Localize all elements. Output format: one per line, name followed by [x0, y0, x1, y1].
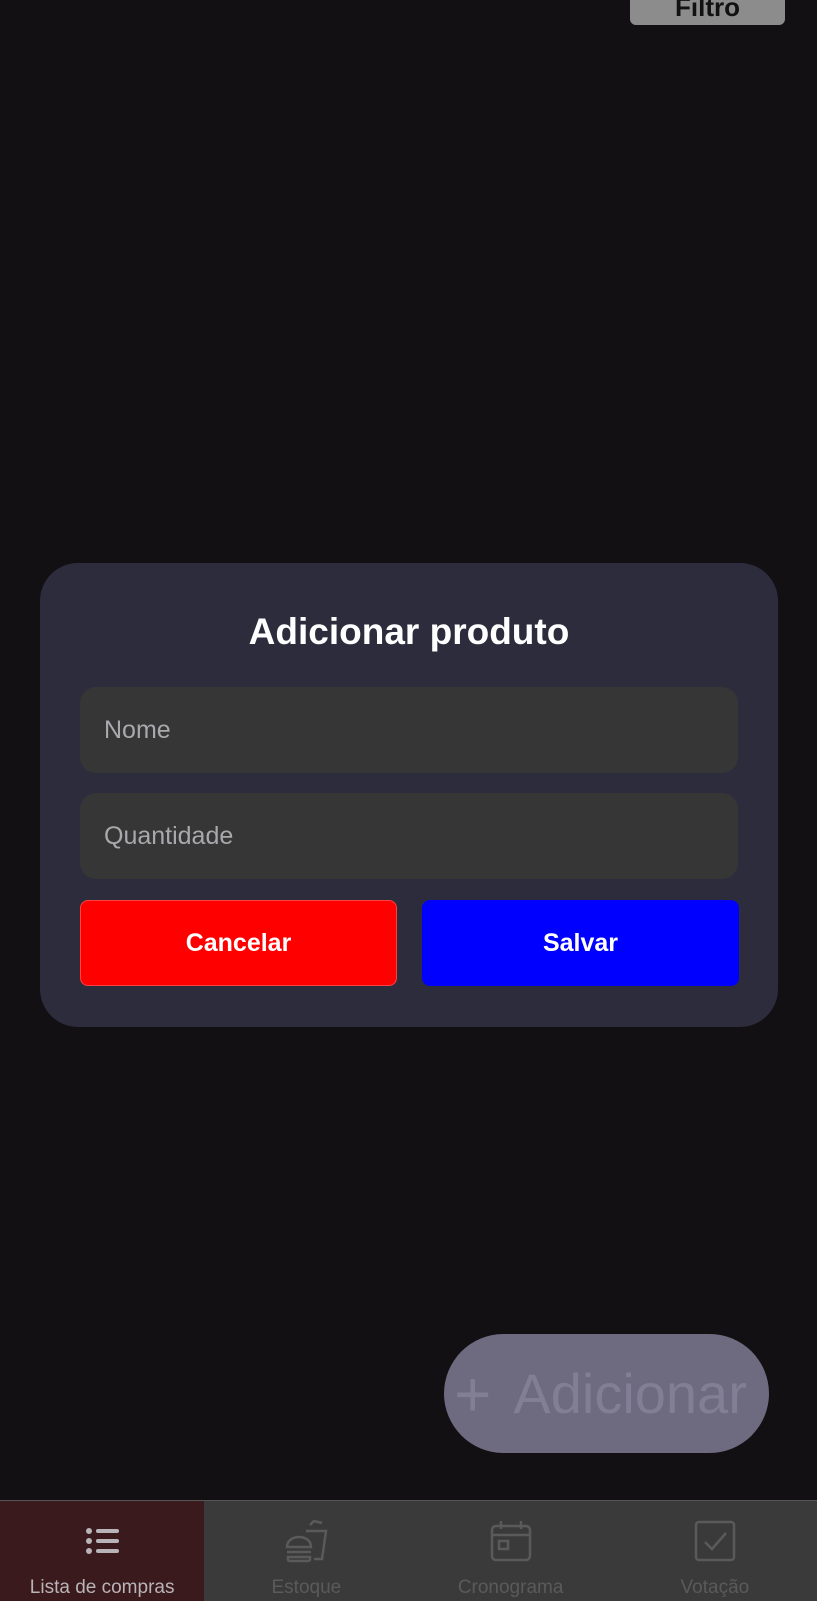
cancel-button[interactable]: Cancelar: [80, 900, 397, 986]
quantity-input[interactable]: [80, 793, 738, 879]
dialog-title: Adicionar produto: [248, 611, 570, 652]
name-input[interactable]: [80, 687, 738, 773]
save-button[interactable]: Salvar: [422, 900, 739, 986]
add-product-dialog: Adicionar produto Cancelar Salvar: [40, 563, 778, 1027]
